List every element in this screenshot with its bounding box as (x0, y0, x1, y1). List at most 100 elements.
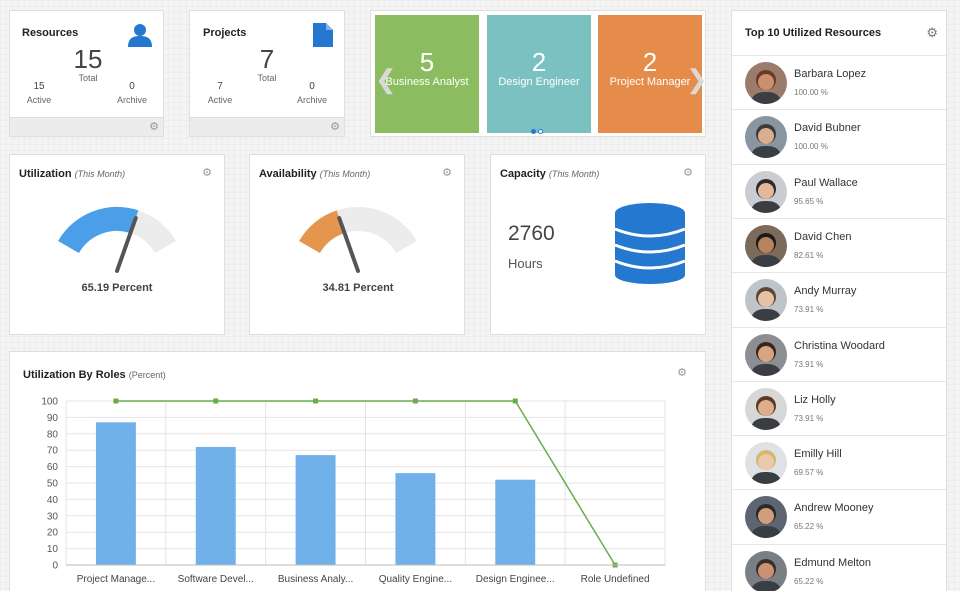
avatar[interactable] (745, 279, 787, 322)
chart-bar[interactable] (195, 446, 236, 565)
projects-title: Projects (203, 27, 247, 39)
gear-icon[interactable]: ⚙ (442, 168, 452, 179)
resource-name[interactable]: Liz Holly (794, 394, 836, 406)
resources-archive-count: 0 (129, 81, 135, 92)
y-tick-label: 60 (47, 462, 59, 473)
top10-row[interactable]: Andy Murray 73.91 % (732, 272, 946, 326)
utilization-title: Utilization (This Month) (19, 168, 125, 180)
projects-total: 7 (259, 44, 275, 74)
top10-row[interactable]: Emilly Hill 69.57 % (732, 435, 946, 489)
chart-point[interactable] (313, 398, 319, 404)
y-tick-label: 50 (47, 479, 59, 490)
resource-name[interactable]: Barbara Lopez (794, 68, 866, 80)
gear-icon[interactable]: ⚙ (926, 26, 938, 39)
avatar[interactable] (745, 333, 787, 376)
avatar[interactable] (745, 442, 787, 485)
resource-utilization: 65.22 % (794, 576, 824, 586)
capacity-subtitle: (This Month) (548, 169, 600, 179)
capacity-title: Capacity (This Month) (500, 168, 599, 180)
resource-utilization: 73.91 % (794, 413, 824, 423)
avatar[interactable] (745, 550, 787, 591)
y-tick-label: 70 (47, 446, 59, 457)
resources-card: Resources 15 Total 15 Active 0 Archive ⚙ (9, 10, 164, 137)
resource-name[interactable]: Paul Wallace (794, 177, 858, 189)
top10-row[interactable]: David Bubner 100.00 % (732, 109, 946, 163)
chart-bar[interactable] (395, 473, 436, 565)
chart-point[interactable] (512, 398, 518, 404)
x-tick-label: Software Devel... (178, 574, 254, 585)
resource-utilization: 82.61 % (794, 250, 824, 260)
avatar[interactable] (745, 116, 787, 159)
x-tick-label: Business Analy... (278, 574, 353, 585)
resources-title: Resources (22, 27, 79, 39)
chart-bar[interactable] (295, 455, 336, 565)
y-tick-label: 20 (47, 528, 59, 539)
tile-count: 2 (531, 47, 547, 77)
utilization-value: 65.19 Percent (81, 282, 153, 294)
resources-total: 15 (73, 44, 103, 74)
utilization-title-text: Utilization (19, 168, 72, 180)
resource-name[interactable]: Christina Woodard (794, 340, 885, 352)
avatar[interactable] (745, 62, 787, 104)
projects-archive-count: 0 (309, 81, 315, 92)
gauge-fill (299, 210, 345, 254)
utilization-subtitle: (This Month) (74, 169, 126, 179)
resource-name[interactable]: Andrew Mooney (794, 502, 874, 514)
gear-icon[interactable]: ⚙ (683, 168, 693, 179)
resource-name[interactable]: Edmund Melton (794, 557, 871, 569)
top10-row[interactable]: Andrew Mooney 65.22 % (732, 489, 946, 543)
resource-utilization: 65.22 % (794, 522, 824, 532)
gear-icon[interactable]: ⚙ (149, 122, 159, 133)
top10-row[interactable]: Edmund Melton 65.22 % (732, 543, 946, 591)
projects-footer: ⚙ (190, 117, 344, 136)
carousel-dot[interactable] (538, 129, 543, 134)
y-tick-label: 90 (47, 413, 59, 424)
carousel-dot-active[interactable] (531, 129, 536, 134)
resources-footer: ⚙ (10, 117, 163, 136)
tile-label: Design Engineer (498, 76, 580, 88)
gear-icon[interactable]: ⚙ (202, 168, 212, 179)
gauge-fill (58, 207, 139, 254)
top10-row[interactable]: Paul Wallace 95.65 % (732, 163, 946, 218)
y-tick-label: 0 (52, 561, 58, 572)
resource-name[interactable]: Andy Murray (794, 285, 856, 297)
availability-subtitle: (This Month) (319, 169, 371, 179)
resource-name[interactable]: David Chen (794, 231, 851, 243)
resource-utilization: 95.65 % (794, 196, 824, 206)
avatar[interactable] (745, 224, 787, 267)
document-icon (313, 23, 333, 47)
avatar[interactable] (745, 387, 787, 430)
resources-total-label: Total (78, 73, 98, 83)
x-tick-label: Quality Engine... (379, 574, 452, 585)
roles-chart-card: Utilization By Roles (Percent) ⚙ 0 10 20 30… (9, 351, 706, 591)
chart-bar[interactable] (95, 422, 136, 565)
chart-point[interactable] (213, 398, 219, 404)
x-tick-label: Project Manage... (77, 574, 155, 585)
utilization-gauge (58, 207, 176, 273)
tile-design-engineer[interactable]: 2 Design Engineer (487, 15, 591, 133)
resource-name[interactable]: Emilly Hill (794, 448, 842, 460)
resources-active-count: 15 (33, 81, 45, 92)
top10-row[interactable]: Barbara Lopez 100.00 % (732, 55, 946, 109)
resource-name[interactable]: David Bubner (794, 122, 861, 134)
avatar[interactable] (745, 496, 787, 539)
top10-row[interactable]: Liz Holly 73.91 % (732, 380, 946, 435)
chevron-right-icon[interactable]: ❯ (686, 66, 708, 92)
top10-row[interactable]: Christina Woodard 73.91 % (732, 326, 946, 381)
resource-utilization: 73.91 % (794, 359, 824, 369)
top10-row[interactable]: David Chen 82.61 % (732, 217, 946, 272)
y-tick-label: 100 (41, 397, 58, 408)
availability-title-text: Availability (259, 168, 317, 180)
avatar[interactable] (745, 170, 787, 213)
resource-utilization: 100.00 % (794, 88, 828, 97)
x-tick-label: Role Undefined (581, 574, 650, 585)
projects-active-count: 7 (217, 81, 223, 92)
chart-bar[interactable] (495, 479, 536, 565)
gear-icon[interactable]: ⚙ (330, 122, 340, 133)
chart-point[interactable] (412, 398, 418, 404)
chevron-left-icon[interactable]: ❮ (375, 66, 397, 92)
chart-point[interactable] (113, 398, 119, 404)
y-tick-label: 30 (47, 511, 59, 522)
resource-utilization: 69.57 % (794, 468, 824, 478)
projects-active-label: Active (207, 95, 233, 105)
